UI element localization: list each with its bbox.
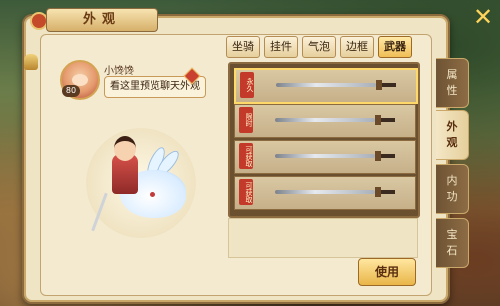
sword-pommel bbox=[382, 83, 396, 87]
tab-mount[interactable]: 坐骑 bbox=[226, 36, 260, 58]
side-tab-appearance[interactable]: 外观 bbox=[436, 110, 469, 160]
weapon-tag: 可获取 bbox=[239, 143, 253, 169]
weapon-row[interactable]: 限时 bbox=[234, 104, 416, 138]
close-icon[interactable]: ✕ bbox=[470, 4, 496, 30]
sword-icon bbox=[275, 118, 375, 122]
mount-eye bbox=[150, 192, 155, 197]
level-badge: 80 bbox=[62, 85, 80, 97]
sword-icon bbox=[275, 190, 375, 194]
side-tab-label: 内功 bbox=[446, 174, 458, 203]
tab-pendant[interactable]: 挂件 bbox=[264, 36, 298, 58]
player-name: 小馋馋 bbox=[104, 66, 134, 77]
character-head bbox=[114, 136, 136, 161]
sword-pommel bbox=[381, 118, 395, 122]
side-tab-attributes[interactable]: 属性 bbox=[436, 58, 469, 108]
tab-frame[interactable]: 边框 bbox=[340, 36, 374, 58]
use-button[interactable]: 使用 bbox=[358, 258, 416, 286]
item-description-area bbox=[228, 218, 418, 258]
weapon-tag: 永久 bbox=[240, 72, 254, 98]
tab-weapon[interactable]: 武器 bbox=[378, 36, 412, 58]
weapon-tag: 限时 bbox=[239, 107, 253, 133]
weapon-tag: 可获取 bbox=[239, 179, 253, 205]
weapon-row[interactable]: 可获取 bbox=[234, 140, 416, 174]
sword-icon bbox=[275, 154, 375, 158]
weapon-row[interactable]: 永久 bbox=[234, 68, 418, 104]
side-tab-label: 外观 bbox=[446, 120, 458, 149]
sword-pommel bbox=[381, 154, 395, 158]
panel-title: 外观 bbox=[46, 8, 158, 32]
sword-pommel bbox=[381, 190, 395, 194]
weapon-list: 永久 限时 可获取 可获取 bbox=[228, 62, 420, 218]
weapon-row[interactable]: 可获取 bbox=[234, 176, 416, 210]
side-tab-gems[interactable]: 宝石 bbox=[436, 218, 469, 268]
side-tab-label: 属性 bbox=[446, 68, 458, 97]
bell-icon bbox=[24, 54, 38, 70]
side-tab-inner-skill[interactable]: 内功 bbox=[436, 164, 469, 214]
sword-icon bbox=[276, 83, 376, 87]
tab-bubble[interactable]: 气泡 bbox=[302, 36, 336, 58]
category-tabs: 坐骑 挂件 气泡 边框 武器 bbox=[226, 36, 412, 58]
side-tab-label: 宝石 bbox=[446, 228, 458, 257]
